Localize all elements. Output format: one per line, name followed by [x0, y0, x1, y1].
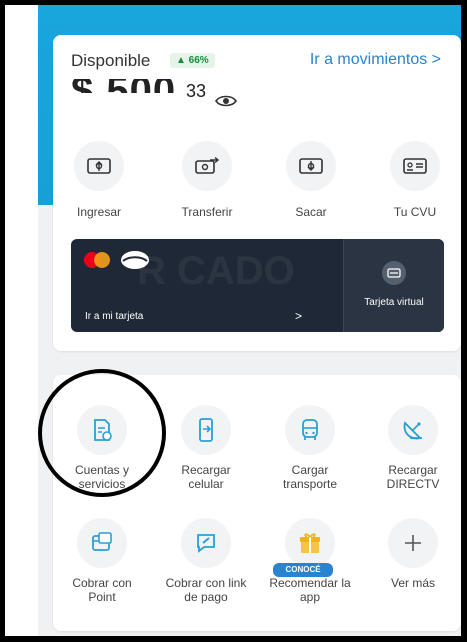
payment-link-icon [181, 518, 231, 568]
transfer-icon [182, 141, 232, 191]
phone-recharge-icon [181, 405, 231, 455]
point-button[interactable]: Cobrar con Point [58, 518, 146, 604]
card-brands-icon [84, 251, 149, 269]
transfer-button[interactable]: Transferir [167, 141, 247, 219]
deposit-label: Ingresar [76, 205, 122, 219]
left-margin [5, 5, 38, 636]
point-label: Cobrar con Point [72, 576, 132, 604]
withdraw-icon [286, 141, 336, 191]
banner-divider [343, 239, 344, 332]
phone-recharge-label: Recargar celular [181, 463, 231, 491]
gift-icon [285, 518, 335, 568]
recommend-app-button[interactable]: Recomendar la app [266, 518, 354, 604]
phone-recharge-button[interactable]: Recargar celular [162, 405, 250, 491]
virtual-card-button[interactable]: Tarjeta virtual [344, 239, 444, 332]
available-label: Disponible [71, 51, 151, 70]
balance-card: Disponible ▲ 66% Ir a movimientos > $ 50… [53, 35, 461, 351]
payment-link-button[interactable]: Cobrar con link de pago [162, 518, 250, 604]
payment-link-label: Cobrar con link de pago [165, 576, 247, 604]
cvu-card-icon [390, 141, 440, 191]
transport-label: Cargar transporte [282, 463, 338, 491]
virtual-card-icon [382, 261, 406, 285]
screenshot-frame: Disponible ▲ 66% Ir a movimientos > $ 50… [0, 0, 467, 642]
recommend-app-label: Recomendar la app [269, 576, 351, 604]
hand-drawn-circle-annotation [38, 369, 166, 497]
transport-button[interactable]: Cargar transporte [266, 405, 354, 491]
promo-badge: CONOCÉ [273, 563, 333, 577]
balance-amount: $ 500 33 [71, 79, 221, 105]
point-device-icon [77, 518, 127, 568]
my-card-link[interactable]: Ir a mi tarjeta [85, 311, 143, 322]
satellite-dish-icon [388, 405, 438, 455]
cvu-label: Tu CVU [393, 205, 437, 219]
virtual-card-label: Tarjeta virtual [364, 297, 424, 308]
see-more-label: Ver más [390, 576, 435, 590]
see-more-button[interactable]: Ver más [369, 518, 457, 590]
movements-link[interactable]: Ir a movimientos > [310, 51, 441, 69]
cvu-button[interactable]: Tu CVU [375, 141, 455, 219]
directv-label: Recargar DIRECTV [386, 463, 440, 491]
chevron-right-icon: > [295, 309, 303, 323]
balance-cents: 33 [184, 81, 209, 102]
card-banner[interactable]: R CADO Ir a mi tarjeta > Tarjeta virtual [71, 239, 444, 332]
plus-icon [388, 518, 438, 568]
deposit-icon [74, 141, 124, 191]
transfer-label: Transferir [181, 205, 233, 219]
banner-watermark: R CADO [137, 249, 295, 293]
eye-icon[interactable] [215, 93, 237, 109]
deposit-button[interactable]: Ingresar [59, 141, 139, 219]
withdraw-label: Sacar [295, 205, 327, 219]
withdraw-button[interactable]: Sacar [271, 141, 351, 219]
growth-badge: ▲ 66% [170, 53, 215, 68]
bus-icon [285, 405, 335, 455]
directv-button[interactable]: Recargar DIRECTV [369, 405, 457, 491]
